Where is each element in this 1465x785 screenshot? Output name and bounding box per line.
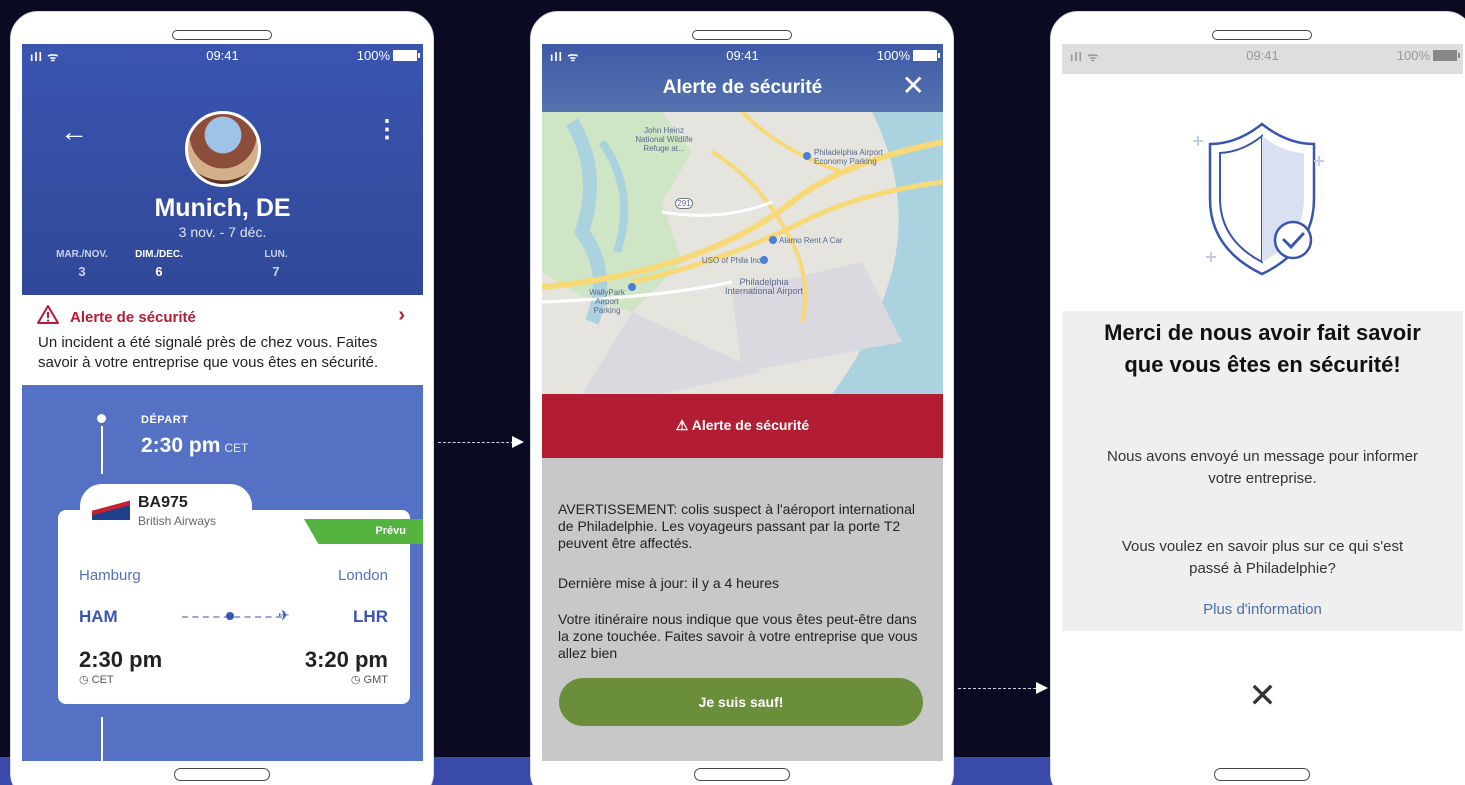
battery-icon xyxy=(913,50,940,61)
origin-code: HAM xyxy=(79,607,118,626)
timeline-line xyxy=(101,717,103,761)
map-label-economy-parking: Philadelphia Airport Economy Parking xyxy=(814,148,883,166)
alert-screen: ıll ᯤ 09:41 100% Alerte de sécurité ✕ Jo… xyxy=(542,44,943,761)
flow-arrow-2 xyxy=(958,688,1036,689)
home-button xyxy=(1214,768,1310,781)
battery-label: 100% xyxy=(876,48,910,63)
origin-timezone-label: CET xyxy=(91,674,114,686)
speaker xyxy=(692,30,792,40)
trip-screen: ıll ᯤ 09:41 100% ← ⋮ Munich, DE 3 nov. -… xyxy=(22,44,423,761)
chevron-right-icon: › xyxy=(398,304,405,326)
map-label-uso: USO of Phila Inc xyxy=(701,256,761,265)
status-bar: ıll ᯤ 09:41 100% xyxy=(1062,44,1463,66)
flight-number: BA975 xyxy=(138,494,188,511)
city-title: Munich, DE xyxy=(154,194,291,222)
safety-alert-card[interactable]: Alerte de sécurité › Un incident a été s… xyxy=(22,295,423,385)
day-tab-3[interactable]: LUN. 7 xyxy=(254,249,298,279)
destination-city: London xyxy=(337,567,388,584)
battery-icon xyxy=(393,50,420,61)
alert-screen-title: Alerte de sécurité xyxy=(662,77,823,98)
more-options-icon[interactable]: ⋮ xyxy=(375,118,399,142)
departure-timezone: CET xyxy=(224,441,249,455)
speaker xyxy=(172,30,272,40)
origin-timezone: ◷ CET xyxy=(79,673,114,686)
timeline-line xyxy=(101,426,103,474)
shield-illustration-area xyxy=(1062,74,1463,311)
flow-arrow-1 xyxy=(438,442,514,443)
british-airways-logo-icon xyxy=(92,500,130,520)
day-tab-label: MAR./NOV. xyxy=(56,249,108,260)
more-info-question: Vous voulez en savoir plus sur ce qui s'… xyxy=(1121,538,1404,577)
map-label-airport: Philadelphia International Airport xyxy=(724,277,804,296)
warning-text: AVERTISSEMENT: colis suspect à l'aéropor… xyxy=(558,501,915,551)
alert-banner: ⚠ Alerte de sécurité xyxy=(542,394,943,458)
alert-topbar: ıll ᯤ 09:41 100% Alerte de sécurité ✕ xyxy=(542,44,943,112)
status-bar: ıll ᯤ 09:41 100% xyxy=(22,44,423,66)
close-icon[interactable]: ✕ xyxy=(1062,679,1463,713)
battery-label: 100% xyxy=(1396,48,1430,63)
alert-banner-text: Alerte de sécurité xyxy=(691,417,810,433)
phone-frame-alert: ıll ᯤ 09:41 100% Alerte de sécurité ✕ Jo… xyxy=(530,11,954,785)
airline-name: British Airways xyxy=(138,514,217,528)
alert-banner-label: ⚠ Alerte de sécurité xyxy=(542,417,943,434)
destination-timezone-label: GMT xyxy=(363,674,388,686)
trip-header: ıll ᯤ 09:41 100% ← ⋮ Munich, DE 3 nov. -… xyxy=(22,44,423,295)
alert-body: Un incident a été signalé près de chez v… xyxy=(38,334,379,371)
back-arrow-icon[interactable]: ← xyxy=(60,118,88,146)
battery-indicator: 100% xyxy=(356,48,420,63)
map-label-alamo: Alamo Rent A Car xyxy=(779,236,843,245)
battery-indicator: 100% xyxy=(1396,48,1460,63)
city-avatar xyxy=(185,111,261,187)
day-tab-number: 7 xyxy=(272,264,280,279)
home-button xyxy=(174,768,270,781)
itinerary-text: Votre itinéraire nous indique que vous ê… xyxy=(558,611,918,661)
arrival-time-card: 3:20 pm xyxy=(304,647,388,672)
day-tab-number: 6 xyxy=(155,264,163,279)
clock-icon: ◷ xyxy=(350,674,364,686)
battery-indicator: 100% xyxy=(876,48,940,63)
departure-time-card: 2:30 pm xyxy=(79,647,163,672)
day-tab-2[interactable]: DIM./DEC. 6 xyxy=(124,249,194,279)
map-label-refuge: John Heinz National Wildlife Refuge at..… xyxy=(635,126,693,153)
flow-arrow-head-icon xyxy=(1036,682,1048,694)
destination-code: LHR xyxy=(353,607,388,626)
clock-icon: ◷ xyxy=(79,674,92,686)
trip-dates: 3 nov. - 7 déc. xyxy=(178,224,267,240)
departure-label: DÉPART xyxy=(141,414,189,426)
destination-timezone: ◷ GMT xyxy=(351,673,388,686)
speaker xyxy=(1212,30,1312,40)
confirmation-message: Nous avons envoyé un message pour inform… xyxy=(1106,448,1418,487)
day-tab-label: DIM./DEC. xyxy=(135,249,183,260)
incident-map[interactable]: John Heinz National Wildlife Refuge at..… xyxy=(542,112,943,394)
timeline-dot xyxy=(97,414,106,423)
route-progress-dot xyxy=(226,612,234,620)
flow-arrow-head-icon xyxy=(512,436,524,448)
warning-icon: ⚠ xyxy=(675,417,692,433)
departure-time-value: 2:30 pm xyxy=(141,434,221,457)
origin-city: Hamburg xyxy=(79,567,141,584)
battery-icon xyxy=(1433,50,1460,61)
status-bar: ıll ᯤ 09:41 100% xyxy=(542,44,943,66)
plane-icon: ✈ xyxy=(278,607,290,623)
day-tab-label: LUN. xyxy=(264,249,288,260)
alert-title: Alerte de sécurité xyxy=(70,309,196,326)
battery-label: 100% xyxy=(356,48,390,63)
im-safe-button[interactable]: Je suis sauf! xyxy=(559,678,923,726)
confirmation-title: Merci de nous avoir fait savoir que vous… xyxy=(1104,320,1421,377)
more-info-link[interactable]: Plus d'information xyxy=(1062,601,1463,618)
close-icon[interactable]: ✕ xyxy=(902,72,925,100)
shield-check-icon xyxy=(1193,122,1324,276)
day-tab-number: 3 xyxy=(78,264,86,279)
phone-frame-trip: ıll ᯤ 09:41 100% ← ⋮ Munich, DE 3 nov. -… xyxy=(10,11,434,785)
last-updated-text: Dernière mise à jour: il y a 4 heures xyxy=(558,575,779,591)
map-label-route-291: 291 xyxy=(675,198,693,209)
home-button xyxy=(694,768,790,781)
phone-frame-confirmation: ıll ᯤ 09:41 100% Merci de nous avoir fai… xyxy=(1050,11,1465,785)
departure-time: 2:30 pm CET xyxy=(141,434,248,458)
status-badge: Prévu xyxy=(304,519,423,544)
confirmation-screen: ıll ᯤ 09:41 100% Merci de nous avoir fai… xyxy=(1062,44,1463,761)
warning-icon xyxy=(37,305,59,324)
map-label-wallypark: WallyPark Airport Parking xyxy=(589,288,625,315)
day-tab-1[interactable]: MAR./NOV. 3 xyxy=(52,249,112,279)
